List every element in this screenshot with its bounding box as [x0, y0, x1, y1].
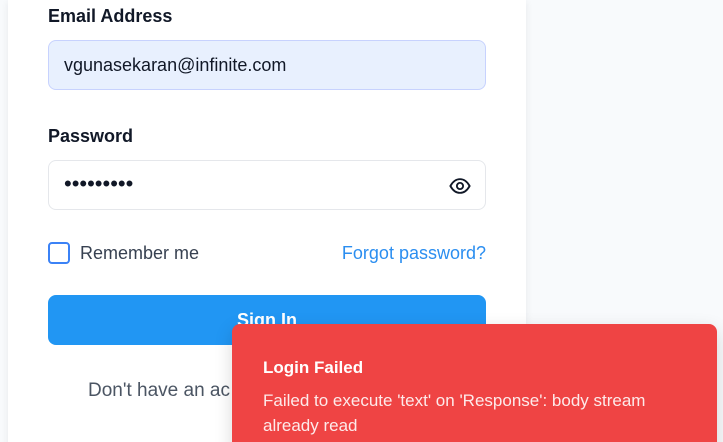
eye-icon[interactable]	[449, 175, 471, 197]
remember-checkbox[interactable]	[48, 242, 70, 264]
login-page: Email Address vgunasekaran@infinite.com …	[0, 0, 723, 442]
password-value: •••••••••	[64, 170, 134, 196]
password-label: Password	[48, 126, 134, 146]
remember-me[interactable]: Remember me	[48, 242, 199, 264]
signup-prompt: Don't have an ac	[88, 380, 230, 401]
email-value: vgunasekaran@infinite.com	[64, 54, 287, 75]
toast-message: Failed to execute 'text' on 'Response': …	[263, 391, 646, 435]
email-label: Email Address	[48, 6, 173, 26]
forgot-password-link[interactable]: Forgot password?	[342, 243, 486, 264]
toast-title: Login Failed	[263, 358, 364, 377]
remember-label: Remember me	[80, 242, 200, 263]
email-field[interactable]: vgunasekaran@infinite.com	[48, 40, 486, 90]
error-toast[interactable]: Login Failed Failed to execute 'text' on…	[232, 324, 717, 442]
password-field[interactable]: •••••••••	[48, 160, 486, 210]
